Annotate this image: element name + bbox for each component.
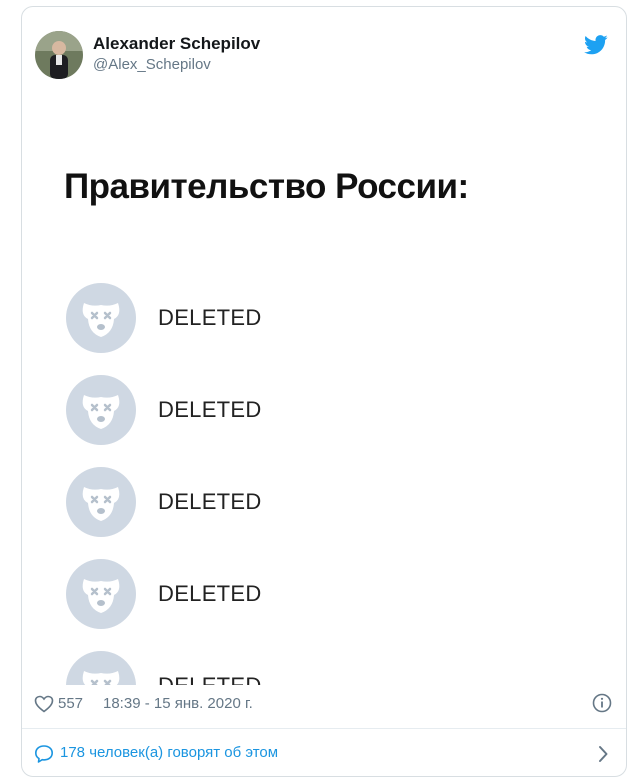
chevron-right-icon[interactable] [597,745,609,768]
deleted-user-dog-icon [66,375,136,445]
tweet-header: Alexander Schepilov @Alex_Schepilov [35,31,626,79]
conversation-link[interactable]: 178 человек(а) говорят об этом [22,729,626,776]
like-count[interactable]: 557 [58,695,83,712]
heart-icon[interactable] [34,695,54,718]
author-handle[interactable]: @Alex_Schepilov [93,56,211,73]
tweet-card[interactable]: Alexander Schepilov @Alex_Schepilov Прав… [21,6,627,777]
deleted-user-label: DELETED [158,489,262,514]
deleted-user-label: DELETED [158,305,262,330]
deleted-user-label: DELETED [158,673,262,685]
author-avatar[interactable] [35,31,83,79]
deleted-user-row: DELETED [66,375,466,445]
deleted-user-row: DELETED [66,283,466,353]
deleted-user-label: DELETED [158,397,262,422]
deleted-user-dog-icon [66,467,136,537]
tweet-timestamp[interactable]: 18:39 - 15 янв. 2020 г. [103,695,253,712]
media-title: Правительство России: [64,167,469,206]
deleted-user-dog-icon [66,651,136,685]
deleted-user-row: DELETED [66,559,466,629]
info-icon[interactable] [592,693,612,718]
deleted-user-row: DELETED [66,651,466,685]
author-name[interactable]: Alexander Schepilov [93,34,260,54]
deleted-user-label: DELETED [158,581,262,606]
deleted-user-dog-icon [66,283,136,353]
comment-icon [34,744,54,769]
deleted-user-row: DELETED [66,467,466,537]
tweet-media-image[interactable]: Правительство России: DELETED DELETED DE… [22,95,626,685]
tweet-meta: 557 18:39 - 15 янв. 2020 г. [22,687,626,721]
deleted-user-dog-icon [66,559,136,629]
conversation-count-text[interactable]: 178 человек(а) говорят об этом [60,744,278,761]
twitter-bird-icon[interactable] [584,35,608,60]
